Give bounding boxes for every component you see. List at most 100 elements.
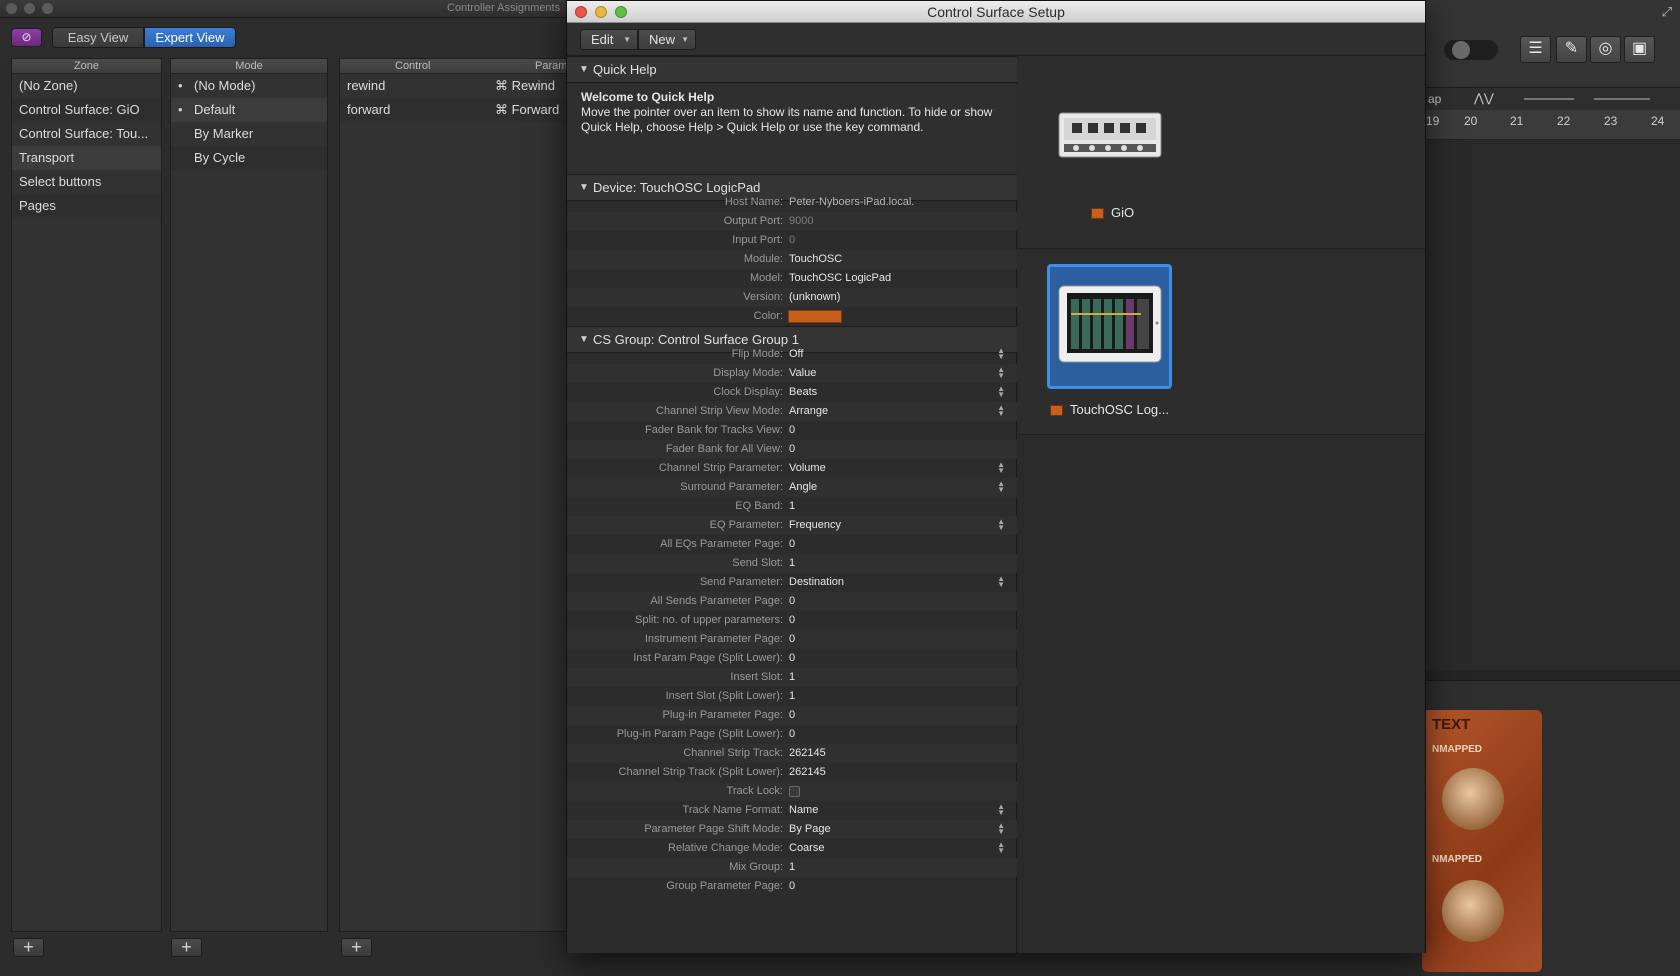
zone-item[interactable]: (No Zone) [12, 74, 161, 98]
parameter-row[interactable]: EQ Parameter: Frequency ▲ ▼ [567, 516, 1017, 535]
add-control-button[interactable]: + [341, 938, 372, 957]
parameter-value[interactable]: 0 [789, 706, 795, 725]
parameter-value[interactable]: 0 [789, 231, 795, 250]
mode-item[interactable]: • Default [171, 98, 327, 122]
media-icon[interactable]: ▣ [1624, 36, 1655, 63]
track-lock-checkbox[interactable] [789, 786, 800, 797]
parameter-row[interactable]: Inst Param Page (Split Lower): 0 [567, 649, 1017, 668]
parameter-row[interactable]: Plug-in Parameter Page: 0 [567, 706, 1017, 725]
parameter-value[interactable]: Beats [789, 383, 817, 402]
vertical-zoom-slider[interactable] [1524, 98, 1574, 100]
parameter-value[interactable]: 1 [789, 858, 795, 877]
parameter-value[interactable]: Off [789, 345, 803, 364]
snap-menu[interactable]: ap [1428, 92, 1441, 106]
parameter-value[interactable]: 1 [789, 554, 795, 573]
zone-item[interactable]: Control Surface: Tou... [12, 122, 161, 146]
parameter-value[interactable]: 262145 [789, 744, 826, 763]
zone-item[interactable]: Transport [12, 146, 161, 170]
parameter-value[interactable]: 0 [789, 440, 795, 459]
parameter-row[interactable]: Track Name Format: Name ▲ ▼ [567, 801, 1017, 820]
parameter-row[interactable]: EQ Band: 1 [567, 497, 1017, 516]
parameter-value[interactable]: Angle [789, 478, 817, 497]
parameter-row[interactable]: Host Name: Peter-Nyboers-iPad.local. [567, 193, 1017, 212]
parameter-row[interactable]: Fader Bank for All View: 0 [567, 440, 1017, 459]
parameter-value[interactable]: 1 [789, 687, 795, 706]
stepper-icon[interactable]: ▲ ▼ [997, 404, 1005, 418]
timeline-ruler[interactable]: 19 20 21 22 23 24 [1422, 110, 1680, 140]
parameter-value[interactable]: Arrange [789, 402, 828, 421]
parameter-row[interactable]: Fader Bank for Tracks View: 0 [567, 421, 1017, 440]
parameter-row[interactable]: Parameter Page Shift Mode: By Page ▲ ▼ [567, 820, 1017, 839]
fullscreen-icon[interactable]: ⤢ [1662, 4, 1672, 20]
stepper-icon[interactable]: ▲ ▼ [997, 822, 1005, 836]
touchosc-device-selection[interactable] [1047, 264, 1172, 389]
parameter-row[interactable]: All EQs Parameter Page: 0 [567, 535, 1017, 554]
expert-view-button[interactable]: Expert View [144, 27, 236, 48]
parameter-row[interactable]: Instrument Parameter Page: 0 [567, 630, 1017, 649]
parameter-row[interactable]: Insert Slot: 1 [567, 668, 1017, 687]
stepper-icon[interactable]: ▲ ▼ [997, 575, 1005, 589]
parameter-row[interactable]: All Sends Parameter Page: 0 [567, 592, 1017, 611]
parameter-row[interactable]: Track Lock: [567, 782, 1017, 801]
parameter-row[interactable]: Group Parameter Page: 0 [567, 877, 1017, 896]
stepper-icon[interactable]: ▲ ▼ [997, 385, 1005, 399]
parameter-value[interactable]: 9000 [789, 212, 813, 231]
touchosc-device-icon[interactable] [1058, 285, 1162, 363]
loop-browser-icon[interactable]: ◎ [1590, 36, 1621, 63]
mode-item[interactable]: • (No Mode) [171, 74, 327, 98]
parameter-row[interactable]: Mix Group: 1 [567, 858, 1017, 877]
parameter-value[interactable]: Peter-Nyboers-iPad.local. [789, 193, 914, 212]
parameter-value[interactable]: 262145 [789, 763, 826, 782]
stepper-icon[interactable]: ▲ ▼ [997, 366, 1005, 380]
parameter-row[interactable]: Channel Strip Track: 262145 [567, 744, 1017, 763]
zone-item[interactable]: Control Surface: GiO [12, 98, 161, 122]
parameter-value[interactable]: Value [789, 364, 816, 383]
parameter-value[interactable]: 0 [789, 421, 795, 440]
control-row[interactable]: forward ⌘ Forward [340, 98, 574, 122]
quick-help-header[interactable]: ▼ Quick Help [567, 56, 1017, 83]
parameter-value[interactable]: (unknown) [789, 288, 840, 307]
parameter-row[interactable]: Send Parameter: Destination ▲ ▼ [567, 573, 1017, 592]
add-mode-button[interactable]: + [171, 938, 202, 957]
zoom-icon[interactable] [42, 3, 53, 14]
volume-slider[interactable] [1444, 40, 1498, 60]
link-icon[interactable]: ⊘ [11, 28, 42, 47]
close-icon[interactable] [6, 3, 17, 14]
easy-view-button[interactable]: Easy View [52, 27, 144, 48]
stepper-icon[interactable]: ▲ ▼ [997, 347, 1005, 361]
parameter-value[interactable]: 0 [789, 649, 795, 668]
parameter-row[interactable]: Flip Mode: Off ▲ ▼ [567, 345, 1017, 364]
parameter-value[interactable]: Volume [789, 459, 826, 478]
gio-device-icon[interactable] [1058, 112, 1162, 158]
touchosc-device-slot[interactable]: TouchOSC Log... [1018, 250, 1425, 435]
new-menu[interactable]: New ▼ [638, 29, 696, 50]
list-icon[interactable]: ☰ [1520, 36, 1551, 63]
parameter-value[interactable]: 1 [789, 668, 795, 687]
parameter-row[interactable]: Channel Strip Track (Split Lower): 262145 [567, 763, 1017, 782]
gio-device-slot[interactable]: GiO [1018, 56, 1425, 249]
stepper-icon[interactable]: ▲ ▼ [997, 518, 1005, 532]
mode-item[interactable]: By Marker [171, 122, 327, 146]
parameter-row[interactable]: Send Slot: 1 [567, 554, 1017, 573]
edit-menu[interactable]: Edit ▼ [580, 29, 638, 50]
parameter-row[interactable]: Output Port: 9000 [567, 212, 1017, 231]
parameter-row[interactable]: Module: TouchOSC [567, 250, 1017, 269]
zone-item[interactable]: Select buttons [12, 170, 161, 194]
parameter-value[interactable]: 0 [789, 877, 795, 896]
parameter-value[interactable]: 0 [789, 725, 795, 744]
parameter-row[interactable]: Display Mode: Value ▲ ▼ [567, 364, 1017, 383]
control-row[interactable]: rewind ⌘ Rewind [340, 74, 574, 98]
parameter-value[interactable]: 0 [789, 611, 795, 630]
device-color-swatch[interactable] [788, 310, 842, 323]
stepper-icon[interactable]: ▲ ▼ [997, 803, 1005, 817]
parameter-row[interactable]: Relative Change Mode: Coarse ▲ ▼ [567, 839, 1017, 858]
parameter-row[interactable]: Input Port: 0 [567, 231, 1017, 250]
parameter-row[interactable]: Plug-in Param Page (Split Lower): 0 [567, 725, 1017, 744]
parameter-row[interactable]: Color: [567, 307, 1017, 326]
parameter-row[interactable]: Split: no. of upper parameters: 0 [567, 611, 1017, 630]
parameter-value[interactable]: 0 [789, 630, 795, 649]
parameter-row[interactable]: Model: TouchOSC LogicPad [567, 269, 1017, 288]
parameter-value[interactable]: Coarse [789, 839, 824, 858]
waveform-icon[interactable]: ⋀⋁ [1474, 91, 1494, 105]
parameter-value[interactable]: Destination [789, 573, 844, 592]
